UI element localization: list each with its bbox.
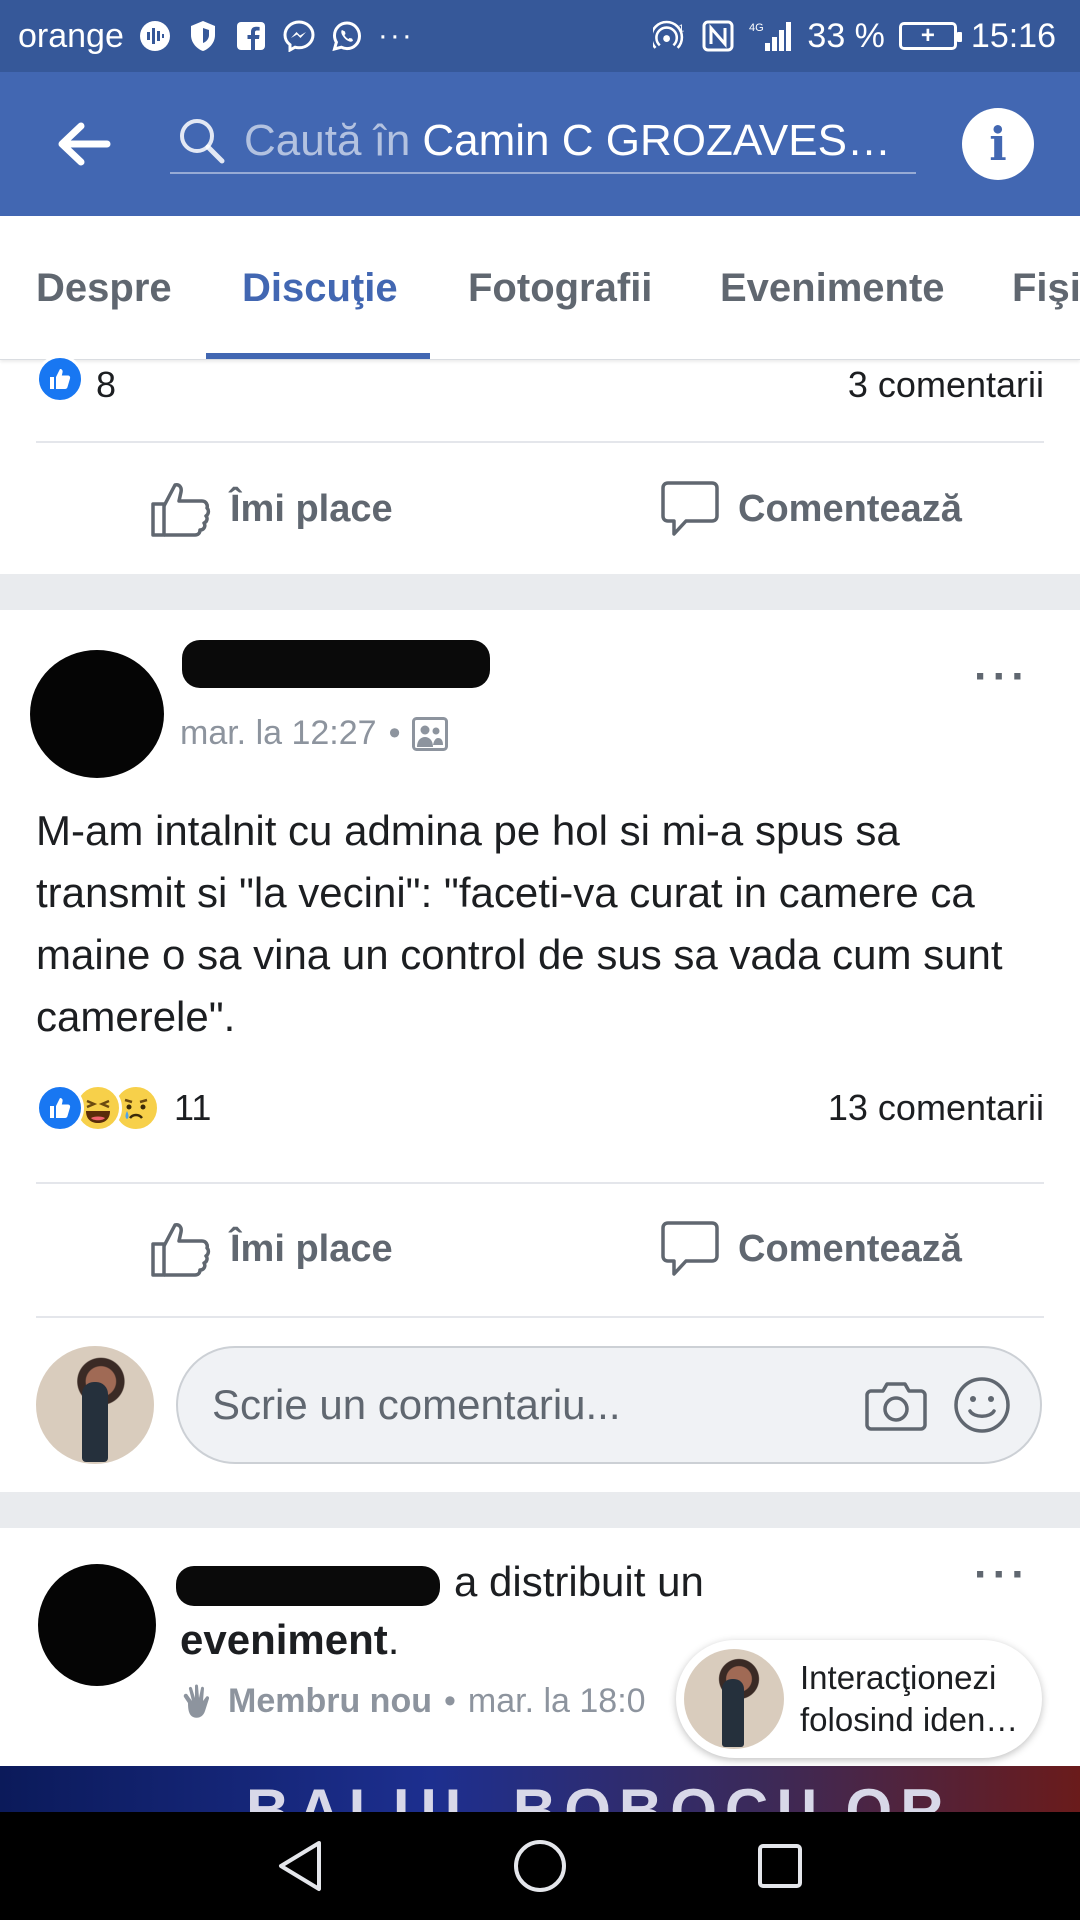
event-cover-title: BALUL BOBOCILOR bbox=[246, 1777, 952, 1812]
current-user-avatar[interactable] bbox=[36, 1346, 154, 1464]
more-options-icon[interactable]: ··· bbox=[974, 652, 1030, 702]
nav-back-icon[interactable] bbox=[270, 1836, 330, 1896]
more-notifications-icon: ··· bbox=[377, 19, 414, 52]
svg-text:1: 1 bbox=[679, 24, 685, 35]
app-bar: Caută în Camin C GROZAVES… i bbox=[0, 72, 1080, 216]
nfc-icon bbox=[701, 19, 735, 53]
battery-icon: + bbox=[898, 22, 962, 50]
shared-text: a distribuit un bbox=[454, 1558, 704, 1605]
shared-object: eveniment . bbox=[180, 1616, 399, 1664]
active-tab-indicator bbox=[206, 353, 430, 359]
thumbs-up-icon bbox=[151, 483, 211, 537]
comment-icon bbox=[661, 481, 719, 536]
post-time[interactable]: mar. la 18:0 bbox=[468, 1682, 646, 1721]
author-avatar[interactable] bbox=[30, 650, 164, 778]
identity-line-1: Interacţionezi bbox=[800, 1659, 997, 1696]
post-text: M-am intalnit cu admina pe hol si mi-a s… bbox=[36, 807, 1003, 1040]
tab-discutie[interactable]: Discuţie bbox=[242, 216, 398, 359]
reaction-summary: 11 13 comentarii bbox=[36, 1080, 1044, 1136]
search-group-name: Camin C GROZAVES… bbox=[422, 116, 891, 165]
like-button[interactable]: Îmi place bbox=[150, 480, 393, 538]
shield-icon bbox=[186, 19, 220, 53]
comment-icon bbox=[661, 1221, 719, 1276]
comment-button[interactable]: Comentează bbox=[660, 480, 962, 538]
info-icon[interactable]: i bbox=[962, 108, 1034, 180]
like-label: Îmi place bbox=[230, 487, 393, 530]
reaction-summary: 8 3 comentarii bbox=[36, 355, 1044, 410]
carrier-label: orange bbox=[18, 16, 124, 55]
messenger-icon bbox=[282, 19, 316, 53]
search-icon bbox=[176, 115, 228, 167]
post: ··· mar. la 12:27 • M-am intalnit cu adm… bbox=[0, 610, 1080, 1492]
new-member-badge: Membru nou bbox=[228, 1682, 432, 1720]
facebook-icon bbox=[234, 19, 268, 53]
comment-label: Comentează bbox=[738, 1227, 962, 1270]
camera-icon[interactable] bbox=[864, 1373, 928, 1437]
like-reaction-icon bbox=[36, 355, 84, 403]
comment-label: Comentează bbox=[738, 487, 962, 530]
status-bar: orange ··· 1 4G 33 % + 15:16 bbox=[0, 0, 1080, 72]
author-avatar[interactable] bbox=[38, 1564, 156, 1686]
comment-button[interactable]: Comentează bbox=[660, 1220, 962, 1278]
meta-separator: • bbox=[443, 1682, 456, 1720]
back-arrow-icon[interactable] bbox=[54, 114, 114, 174]
identity-line-2: folosind iden… bbox=[800, 1701, 1019, 1738]
post-actions: Îmi place Comentează bbox=[0, 1184, 1080, 1314]
author-name-redacted[interactable] bbox=[182, 640, 490, 688]
comment-composer: Scrie un comentariu... bbox=[0, 1346, 1080, 1464]
more-options-icon[interactable]: ··· bbox=[974, 1550, 1030, 1600]
tab-despre[interactable]: Despre bbox=[36, 216, 172, 359]
signal-type-label: 4G bbox=[749, 22, 764, 34]
group-audience-icon bbox=[412, 716, 449, 751]
identity-text: Interacţionezi folosind iden… bbox=[800, 1657, 1032, 1741]
group-search-field[interactable]: Caută în Camin C GROZAVES… bbox=[170, 110, 916, 174]
whatsapp-icon bbox=[330, 19, 364, 53]
reaction-icons[interactable]: 11 bbox=[36, 1084, 211, 1132]
comment-count[interactable]: 13 comentarii bbox=[828, 1087, 1044, 1129]
signal-icon: 4G bbox=[749, 19, 793, 53]
reaction-count[interactable]: 8 bbox=[96, 364, 116, 406]
post-actions: Îmi place Comentează bbox=[0, 444, 1080, 574]
hotspot-icon: 1 bbox=[653, 19, 687, 53]
tab-fotografii[interactable]: Fotografii bbox=[468, 216, 652, 359]
emoji-icon[interactable] bbox=[950, 1373, 1014, 1437]
post-time[interactable]: mar. la 12:27 bbox=[180, 714, 377, 753]
divider bbox=[36, 1316, 1044, 1318]
post-meta: mar. la 12:27 • bbox=[180, 714, 449, 753]
system-navigation-bar bbox=[0, 1812, 1080, 1920]
group-tabs: Despre Discuţie Fotografii Evenimente Fi… bbox=[0, 216, 1080, 360]
meta-separator: • bbox=[388, 714, 401, 752]
thumbs-up-icon bbox=[151, 1223, 211, 1277]
tab-evenimente[interactable]: Evenimente bbox=[720, 216, 945, 359]
identity-switch-chip[interactable]: Interacţionezi folosind iden… bbox=[676, 1640, 1042, 1758]
comment-count[interactable]: 3 comentarii bbox=[848, 364, 1044, 406]
identity-avatar bbox=[684, 1649, 784, 1749]
wave-hand-icon bbox=[183, 1684, 210, 1718]
voice-icon bbox=[138, 19, 172, 53]
clock: 15:16 bbox=[970, 16, 1056, 55]
like-reaction-icon bbox=[36, 1084, 84, 1132]
nav-home-icon[interactable] bbox=[510, 1836, 570, 1896]
reaction-count[interactable]: 11 bbox=[174, 1087, 211, 1129]
event-link[interactable]: eveniment bbox=[180, 1616, 388, 1664]
like-button[interactable]: Îmi place bbox=[150, 1220, 393, 1278]
post-meta: Membru nou • mar. la 18:0 bbox=[180, 1682, 646, 1721]
author-name-redacted[interactable] bbox=[176, 1566, 440, 1606]
comment-placeholder: Scrie un comentariu... bbox=[212, 1381, 621, 1428]
tab-fisiere[interactable]: Fişi bbox=[1012, 216, 1080, 359]
sentence-period: . bbox=[387, 1616, 400, 1663]
previous-post: 8 3 comentarii Îmi place Comentează bbox=[0, 355, 1080, 574]
like-label: Îmi place bbox=[230, 1227, 393, 1270]
battery-percent: 33 % bbox=[807, 16, 885, 55]
nav-recents-icon[interactable] bbox=[750, 1836, 810, 1896]
search-placeholder: Caută în bbox=[244, 116, 411, 165]
divider bbox=[36, 441, 1044, 443]
comment-input[interactable]: Scrie un comentariu... bbox=[176, 1346, 1042, 1464]
event-cover-image[interactable]: BALUL BOBOCILOR bbox=[0, 1766, 1080, 1812]
